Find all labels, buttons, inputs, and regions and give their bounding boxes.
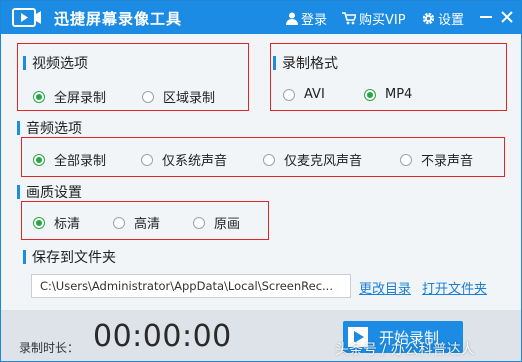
app-title: 迅捷屏幕录像工具 <box>54 10 183 28</box>
app-logo-icon <box>12 8 41 27</box>
user-icon <box>286 12 298 25</box>
quality-title-text: 画质设置 <box>26 185 82 201</box>
vip-label: 购买VIP <box>359 13 406 28</box>
radio-region[interactable]: 区域录制 <box>142 87 215 106</box>
radio-quality-original[interactable]: 原画 <box>193 213 240 232</box>
settings-button[interactable]: 设置 <box>422 9 464 28</box>
radio-quality-hd[interactable]: 高清 <box>113 213 160 232</box>
format-title: 录制格式 <box>273 53 338 73</box>
radio-audio-none-label: 不录声音 <box>421 154 474 169</box>
radio-fullscreen-label: 全屏录制 <box>54 91 107 106</box>
radio-quality-hd-label: 高清 <box>134 217 161 232</box>
save-folder-title: 保存到文件夹 <box>23 247 116 267</box>
audio-options-title: 音频选项 <box>17 118 82 138</box>
buy-vip-button[interactable]: 购买VIP <box>342 9 406 28</box>
radio-audio-all[interactable]: 全部录制 <box>33 150 106 169</box>
video-options-title: 视频选项 <box>23 53 88 73</box>
radio-avi[interactable]: AVI <box>283 87 325 102</box>
open-folder-link[interactable]: 打开文件夹 <box>422 278 487 297</box>
app-window: 迅捷屏幕录像工具 登录 购买VIP 设置 视频选项 全屏录制 区域录制 录制格式… <box>0 0 522 362</box>
radio-fullscreen[interactable]: 全屏录制 <box>33 87 106 106</box>
save-folder-title-text: 保存到文件夹 <box>32 250 116 266</box>
radio-avi-label: AVI <box>304 87 325 102</box>
radio-mp4-label: MP4 <box>385 87 413 102</box>
login-label: 登录 <box>301 13 328 28</box>
quality-title: 画质设置 <box>17 182 82 202</box>
radio-region-label: 区域录制 <box>163 91 216 106</box>
audio-options-title-text: 音频选项 <box>26 121 82 137</box>
radio-audio-none[interactable]: 不录声音 <box>400 150 473 169</box>
radio-audio-all-label: 全部录制 <box>54 154 107 169</box>
settings-label: 设置 <box>438 13 465 28</box>
gear-icon <box>422 12 435 25</box>
radio-mp4[interactable]: MP4 <box>364 87 412 102</box>
radio-audio-system[interactable]: 仅系统声音 <box>141 150 227 169</box>
radio-quality-sd-label: 标清 <box>54 217 81 232</box>
radio-audio-mic-label: 仅麦克风声音 <box>284 154 363 169</box>
close-icon[interactable] <box>499 9 515 25</box>
radio-audio-system-label: 仅系统声音 <box>162 154 228 169</box>
cart-icon <box>342 12 356 25</box>
timer-display: 00:00:00 <box>93 319 232 354</box>
radio-audio-mic[interactable]: 仅麦克风声音 <box>263 150 362 169</box>
format-title-text: 录制格式 <box>282 56 338 72</box>
radio-quality-original-label: 原画 <box>214 217 241 232</box>
login-button[interactable]: 登录 <box>286 9 327 28</box>
save-path-field[interactable]: C:\Users\Administrator\AppData\Local\Scr… <box>31 274 351 298</box>
change-directory-link[interactable]: 更改目录 <box>359 278 411 297</box>
watermark-text: 头条号 / 办公科普达人 <box>335 342 475 358</box>
radio-quality-sd[interactable]: 标清 <box>33 213 80 232</box>
minimize-icon[interactable] <box>479 11 493 23</box>
duration-label: 录制时长： <box>19 341 80 355</box>
video-options-title-text: 视频选项 <box>32 56 88 72</box>
title-bar: 迅捷屏幕录像工具 登录 购买VIP 设置 <box>1 1 521 34</box>
